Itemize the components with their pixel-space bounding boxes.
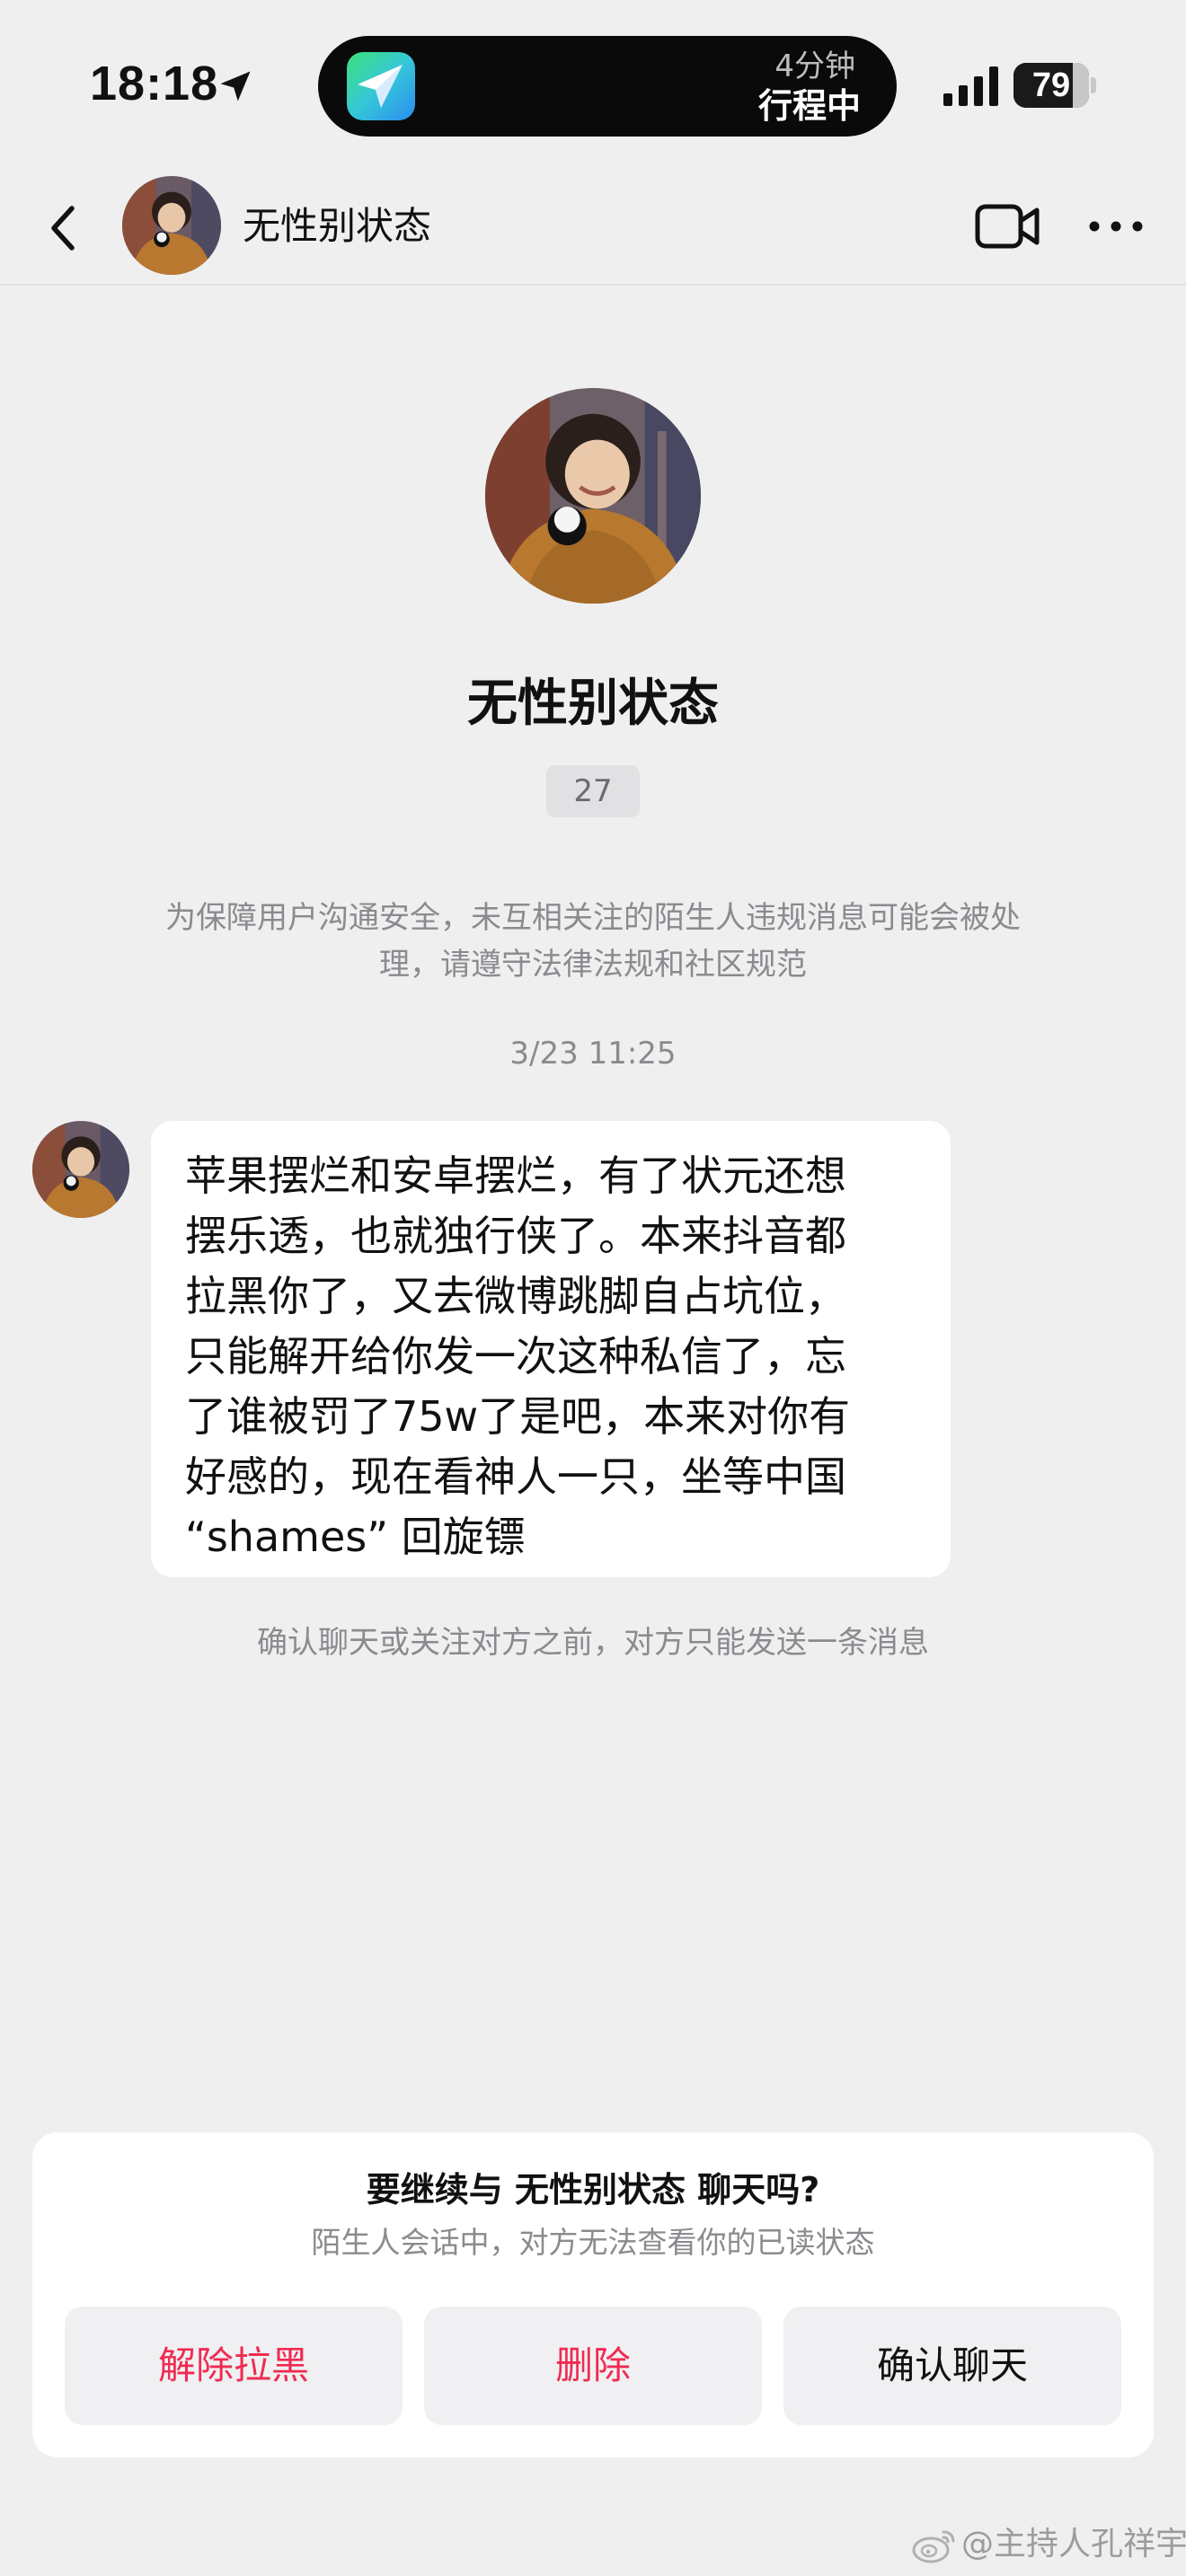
island-eta: 4分钟: [774, 49, 855, 84]
profile-name: 无性别状态: [467, 675, 719, 733]
watermark-text: @主持人孔祥宇: [961, 2526, 1186, 2563]
message-sender-avatar-photo: [32, 1121, 129, 1218]
profile-badge: 27: [546, 765, 640, 817]
avatar-photo: [122, 176, 221, 275]
delete-button[interactable]: 删除: [424, 2307, 762, 2425]
confirm-chat-button[interactable]: 确认聊天: [783, 2307, 1121, 2425]
battery-level: 79: [1031, 66, 1071, 104]
safety-notice: 为保障用户沟通安全，未互相关注的陌生人违规消息可能会被处 理，请遵守法律法规和社…: [165, 900, 1021, 983]
navigation-app-icon: [347, 52, 415, 120]
profile-avatar[interactable]: [485, 388, 701, 604]
video-camera-icon[interactable]: [974, 198, 1042, 255]
island-trip-status: 行程中: [757, 86, 861, 126]
message-timestamp: 3/23 11:25: [509, 1036, 677, 1072]
avatar[interactable]: [122, 176, 221, 275]
cellular-signal-icon: [943, 66, 998, 106]
watermark: @主持人孔祥宇: [911, 2522, 1186, 2565]
weibo-logo: [912, 2530, 955, 2563]
unblock-button[interactable]: 解除拉黑: [65, 2307, 403, 2425]
profile-avatar-photo: [485, 388, 701, 604]
status-bar: 18:18 4分钟 行程中 79: [0, 0, 1186, 171]
prompt-subtitle: 陌生人会话中，对方无法查看你的已读状态: [311, 2225, 875, 2260]
contact-name[interactable]: 无性别状态: [243, 201, 431, 251]
message-bubble[interactable]: 苹果摆烂和安卓摆烂，有了状元还想 摆乐透，也就独行侠了。本来抖音都 拉黑你了，又…: [151, 1121, 951, 1577]
message-sender-avatar[interactable]: [32, 1121, 129, 1218]
message-text: 苹果摆烂和安卓摆烂，有了状元还想 摆乐透，也就独行侠了。本来抖音都 拉黑你了，又…: [185, 1151, 851, 1561]
prompt-title: 要继续与 无性别状态 聊天吗?: [366, 2170, 820, 2210]
paper-plane-icon: [358, 65, 403, 108]
dynamic-island[interactable]: 4分钟 行程中: [318, 36, 897, 137]
back-icon[interactable]: [32, 196, 97, 260]
battery-tip: [1091, 77, 1096, 93]
location-arrow-icon: [220, 71, 251, 101]
battery-indicator: 79: [1013, 63, 1089, 108]
status-time: 18:18: [90, 57, 219, 110]
more-dots-icon[interactable]: [1084, 203, 1148, 250]
chat-header: 无性别状态: [0, 171, 1186, 286]
continue-chat-prompt: 要继续与 无性别状态 聊天吗? 陌生人会话中，对方无法查看你的已读状态 解除拉黑…: [32, 2132, 1154, 2457]
message-limit-notice: 确认聊天或关注对方之前，对方只能发送一条消息: [257, 1625, 929, 1661]
